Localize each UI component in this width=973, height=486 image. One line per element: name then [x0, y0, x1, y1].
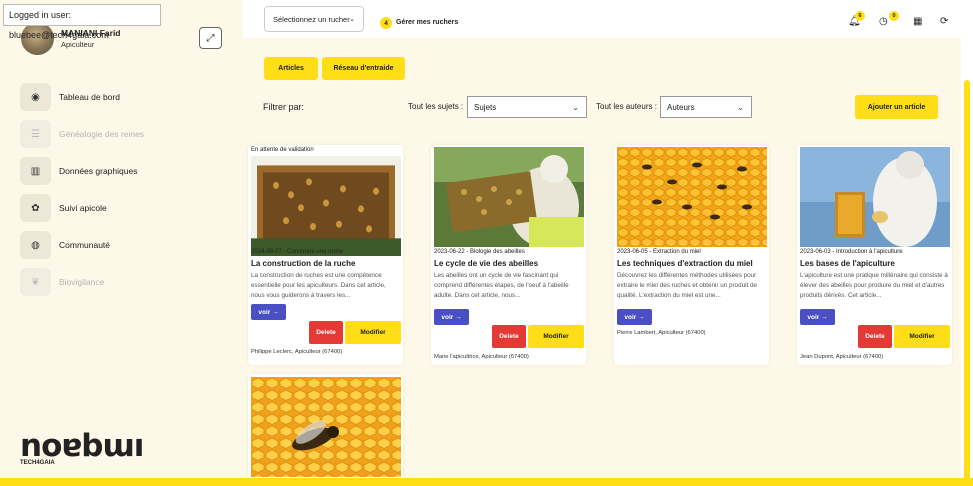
sidebar-item-community[interactable]: ◍ Communauté	[20, 231, 110, 259]
card-author: Jean Dupont, Apiculteur (67400)	[800, 354, 884, 360]
clock-badge: 0	[889, 11, 899, 21]
subjects-select[interactable]: Sujets ⌄	[467, 96, 587, 118]
card-author: Marie l'apicultrice, Apiculteur (67400)	[434, 354, 529, 360]
globe-icon: ◍	[20, 231, 51, 259]
notifications-badge: 6	[855, 11, 865, 21]
logo-mark: noɐbɯı	[20, 428, 144, 464]
sidebar-item-label: Tableau de bord	[59, 92, 120, 102]
authors-label: Tout les auteurs :	[596, 102, 657, 111]
sidebar: MANIANI Farid Apiculteur ⤢ ◉ Tableau de …	[0, 0, 243, 478]
card-excerpt: Découvrez les différentes méthodes utili…	[617, 272, 758, 299]
authors-select[interactable]: Auteurs ⌄	[660, 96, 752, 118]
tab-network[interactable]: Réseau d'entraide	[322, 57, 405, 80]
card-meta: 2023-06-05 - Extraction du miel	[617, 249, 701, 255]
chevron-down-icon: ⌄	[349, 16, 355, 23]
sidebar-item-label: Biovigilance	[59, 277, 105, 287]
sidebar-item-label: Données graphiques	[59, 166, 138, 176]
article-card: 2023-06-05 - Extraction du miel Les tech…	[614, 145, 769, 365]
manage-hives-link[interactable]: Gérer mes ruchers	[396, 19, 458, 26]
arrow-right-icon: →	[272, 308, 279, 316]
view-label: voir	[807, 313, 820, 321]
view-label: voir	[441, 313, 454, 321]
article-card: 2023-06-03 - Introduction à l'apiculture…	[797, 145, 952, 365]
subjects-select-value: Sujets	[474, 102, 497, 112]
bottom-accent-bar	[0, 478, 973, 486]
dashboard-icon: ◉	[20, 83, 51, 111]
view-article-button[interactable]: voir →	[251, 304, 286, 320]
delete-article-button[interactable]: Delete	[309, 321, 343, 344]
view-label: voir	[624, 313, 637, 321]
chevron-down-icon: ⌄	[572, 102, 579, 112]
sprout-icon: ❦	[20, 268, 51, 296]
card-author: Pierre Lambert, Apiculteur (67400)	[617, 330, 706, 336]
card-meta: 2023-06-22 - Biologie des abeilles	[434, 249, 525, 255]
delete-article-button[interactable]: Delete	[858, 325, 892, 348]
card-title: Le cycle de vie des abeilles	[434, 259, 539, 268]
arrow-right-icon: →	[638, 313, 645, 321]
calendar-icon[interactable]: ▦	[913, 16, 922, 27]
card-excerpt: La construction de ruches est une compét…	[251, 272, 386, 299]
main-content: Articles Réseau d'entraide Filtrer par: …	[243, 38, 961, 478]
collapse-sidebar-button[interactable]: ⤢	[199, 27, 222, 49]
brand-logo: noɐbɯı TECH4GAIA	[20, 428, 144, 467]
card-meta: 2023-06-03 - Introduction à l'apiculture	[800, 249, 903, 255]
article-card: 2023-06-22 - Biologie des abeilles Le cy…	[431, 145, 586, 365]
hive-select-value: Sélectionnez un rucher	[273, 14, 350, 24]
view-article-button[interactable]: voir →	[800, 309, 835, 325]
login-banner: Logged in user: bluebee@tech4gaia.com	[3, 4, 161, 40]
arrow-right-icon: →	[455, 313, 462, 321]
sidebar-item-label: Généalogie des reines	[59, 129, 145, 139]
clock-icon[interactable]: ◷	[879, 16, 888, 27]
collapse-arrows-icon: ⤢	[206, 32, 215, 44]
view-article-button[interactable]: voir →	[617, 309, 652, 325]
bar-chart-icon: ▥	[20, 157, 51, 185]
card-title: Les techniques d'extraction du miel	[617, 259, 753, 268]
subjects-label: Tout les sujets :	[408, 102, 464, 111]
card-title: La construction de la ruche	[251, 259, 356, 268]
refresh-icon[interactable]: ⟳	[940, 16, 948, 27]
view-article-button[interactable]: voir →	[434, 309, 469, 325]
modify-article-button[interactable]: Modifier	[894, 325, 950, 348]
card-meta: 2024-08-07 - Construire une ruche	[251, 249, 344, 255]
chevron-down-icon: ⌄	[737, 102, 744, 112]
view-label: voir	[258, 308, 271, 316]
topbar: Sélectionnez un rucher ⌄ 4 Gérer mes ruc…	[243, 0, 973, 38]
modify-article-button[interactable]: Modifier	[345, 321, 401, 344]
sidebar-item-biovigilance: ❦ Biovigilance	[20, 268, 104, 296]
arrow-right-icon: →	[821, 313, 828, 321]
article-image-bee-on-comb	[251, 377, 401, 477]
article-image-beekeeper	[434, 147, 584, 247]
card-status: En attente de validation	[251, 147, 314, 153]
scrollbar[interactable]	[961, 38, 973, 486]
sidebar-item-label: Suivi apicole	[59, 203, 107, 213]
modify-article-button[interactable]: Modifier	[528, 325, 584, 348]
sidebar-item-beekeeping-tracking[interactable]: ✿ Suivi apicole	[20, 194, 107, 222]
card-title: Les bases de l'apiculture	[800, 259, 895, 268]
bee-icon: ✿	[20, 194, 51, 222]
card-excerpt: Les abeilles ont un cycle de vie fascina…	[434, 272, 569, 299]
delete-article-button[interactable]: Delete	[492, 325, 526, 348]
article-image-beekeeper-suit	[800, 147, 950, 247]
card-author: Philippe Leclerc, Apiculteur (67400)	[251, 349, 343, 355]
article-card: En attente de validation 2024-08-07 - Co…	[248, 145, 403, 365]
filter-label: Filtrer par:	[263, 102, 305, 112]
sidebar-item-label: Communauté	[59, 240, 111, 250]
add-article-button[interactable]: Ajouter un article	[855, 95, 938, 119]
hive-count-badge: 4	[380, 17, 392, 29]
card-excerpt: L'apiculture est une pratique millénaire…	[800, 272, 948, 299]
authors-select-value: Auteurs	[667, 102, 695, 112]
sidebar-item-dashboard[interactable]: ◉ Tableau de bord	[20, 83, 120, 111]
hive-select[interactable]: Sélectionnez un rucher ⌄	[264, 6, 364, 32]
article-image-hive-frame	[251, 156, 401, 256]
article-image-honeycomb	[617, 147, 767, 247]
list-icon: ☰	[20, 120, 51, 148]
sidebar-item-graphic-data[interactable]: ▥ Données graphiques	[20, 157, 137, 185]
article-card	[248, 374, 403, 478]
scrollbar-thumb[interactable]	[964, 80, 970, 486]
tab-articles[interactable]: Articles	[264, 57, 318, 80]
sidebar-item-queen-genealogy: ☰ Généalogie des reines	[20, 120, 144, 148]
